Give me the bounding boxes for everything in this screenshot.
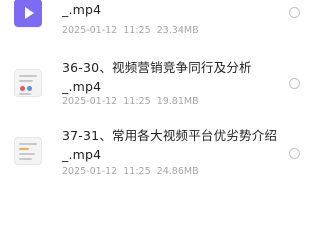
file-size: 24.86MB (156, 166, 199, 177)
file-name: _.mp4 (62, 2, 102, 17)
file-meta: 2025-01-12 11:25 24.86MB (62, 166, 199, 178)
select-radio[interactable] (289, 7, 300, 18)
file-date: 2025-01-12 (62, 25, 118, 36)
file-row[interactable]: _.mp4 2025-01-12 11:25 23.34MB (0, 0, 320, 42)
file-size: 19.81MB (156, 96, 199, 107)
file-time: 11:25 (123, 166, 151, 177)
file-date: 2025-01-12 (62, 96, 118, 107)
file-name: 37-31、常用各大视频平台优劣势介绍 _.mp4 (62, 128, 278, 162)
select-radio[interactable] (289, 78, 300, 89)
file-time: 11:25 (123, 96, 151, 107)
file-size: 23.34MB (156, 25, 199, 36)
select-radio[interactable] (289, 148, 300, 159)
file-date: 2025-01-12 (62, 166, 118, 177)
file-row[interactable]: 36-30、视频营销竞争同行及分析 _.mp4 2025-01-12 11:25… (0, 56, 320, 116)
file-time: 11:25 (123, 25, 151, 36)
document-thumbnail-icon (14, 137, 42, 165)
file-meta: 2025-01-12 11:25 23.34MB (62, 25, 199, 37)
file-meta: 2025-01-12 11:25 19.81MB (62, 96, 199, 108)
file-list: _.mp4 2025-01-12 11:25 23.34MB 36-30、视频营… (0, 0, 320, 200)
document-thumbnail-icon (14, 69, 42, 97)
file-row[interactable]: 37-31、常用各大视频平台优劣势介绍 _.mp4 2025-01-12 11:… (0, 124, 320, 184)
file-name: 36-30、视频营销竞争同行及分析 _.mp4 (62, 60, 252, 94)
video-play-icon (14, 0, 42, 27)
